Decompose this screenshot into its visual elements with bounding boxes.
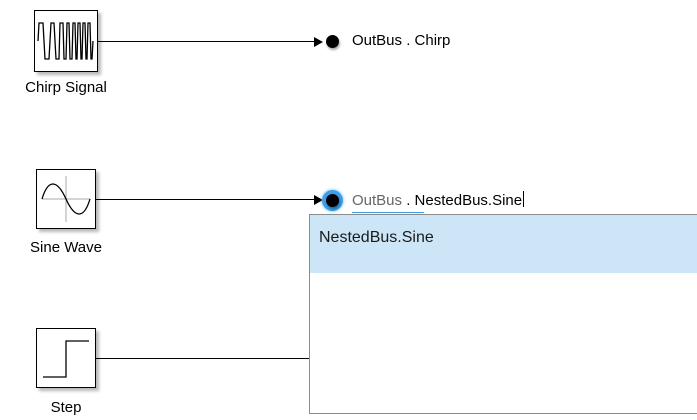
outport-name-editor[interactable]: OutBus . NestedBus.Sine	[352, 190, 525, 212]
chirp-outport-label: OutBus . Chirp	[352, 32, 451, 49]
edit-value: NestedBus.Sine	[414, 192, 523, 209]
autocomplete-item[interactable]: NestedBus.Sine	[310, 215, 697, 273]
chirp-signal-label: Chirp Signal	[25, 79, 107, 96]
chirp-arrowhead	[314, 37, 323, 47]
sine-outport[interactable]	[326, 194, 339, 207]
step-block[interactable]	[36, 328, 96, 388]
edit-separator: .	[402, 192, 415, 209]
step-line[interactable]	[96, 358, 310, 359]
sine-wave-block[interactable]	[36, 169, 96, 229]
chirp-waveform-icon	[37, 22, 94, 60]
chirp-outport[interactable]	[326, 35, 339, 48]
sine-waveform-icon	[41, 176, 91, 222]
edit-prefix: OutBus	[352, 192, 403, 209]
step-waveform-icon	[43, 340, 89, 378]
chirp-signal-line[interactable]	[98, 41, 320, 42]
text-caret	[523, 191, 525, 207]
chirp-signal-block[interactable]	[34, 10, 98, 72]
step-label: Step	[50, 399, 82, 416]
autocomplete-dropdown[interactable]: NestedBus.Sine	[309, 214, 697, 414]
edit-underline	[352, 212, 424, 213]
sine-wave-label: Sine Wave	[30, 239, 102, 256]
sine-wave-line[interactable]	[96, 199, 318, 200]
